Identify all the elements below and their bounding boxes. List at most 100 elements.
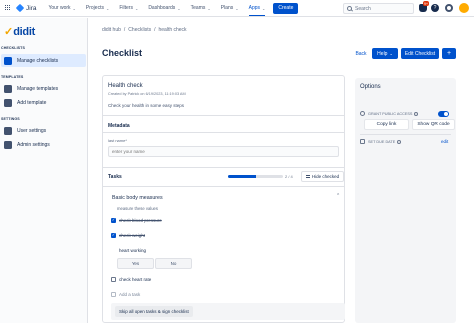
divider [360, 134, 451, 135]
task-group-title: Basic body measures [112, 195, 163, 201]
task-label: check weight [119, 232, 146, 238]
answer-yes-button[interactable]: Yes [117, 258, 154, 269]
chevron-down-icon: ⌄ [177, 5, 181, 11]
checklist-card: Health check Created by Patrick on 6/19/… [102, 75, 345, 323]
divider [103, 132, 344, 133]
add-task-placeholder-icon [111, 291, 116, 297]
options-title: Options [360, 84, 381, 90]
sidebar-item-manage-templates[interactable]: Manage templates [1, 82, 86, 95]
page-title: Checklist [102, 48, 143, 58]
copy-link-button[interactable]: Copy link [364, 119, 409, 130]
create-button[interactable]: Create [273, 2, 299, 14]
chevron-down-icon: ⌄ [134, 5, 139, 11]
user-settings-icon [4, 126, 12, 135]
task-group-subtitle: measure these values [117, 206, 158, 211]
checklist-description: Check your health in some easy steps [108, 103, 185, 108]
jira-logo-icon [15, 3, 25, 13]
breadcrumb-didit-hub[interactable]: didit hub [102, 27, 121, 33]
didit-logo: ✓ didit [4, 27, 35, 38]
breadcrumb-separator: / [154, 27, 156, 33]
divider [103, 115, 344, 116]
task-label: check blood pressure [119, 217, 162, 223]
add-button[interactable]: + [442, 48, 456, 59]
breadcrumb-checklists[interactable]: Checklists [128, 27, 151, 33]
globe-icon [360, 111, 365, 116]
nav-dashboards[interactable]: Dashboards ⌄ [148, 5, 180, 11]
edit-due-date-link[interactable]: edit [441, 139, 448, 144]
last-name-input[interactable] [108, 146, 339, 157]
checkbox-checked-icon[interactable]: ✓ [111, 217, 116, 223]
checklist-icon [4, 56, 12, 65]
sidebar-item-label: Admin settings [17, 141, 50, 148]
calendar-icon [360, 139, 365, 144]
nav-teams[interactable]: Teams ⌄ [191, 5, 211, 11]
help-button[interactable]: Help ⌄ [372, 48, 398, 59]
info-icon[interactable] [414, 111, 419, 116]
checkbox-checked-icon[interactable]: ✓ [111, 232, 116, 238]
last-name-label: last name* [108, 138, 127, 143]
sidebar: ✓ didit CHECKLISTS Manage checklists TEM… [0, 18, 88, 323]
nav-plans[interactable]: Plans ⌄ [221, 5, 239, 11]
avatar[interactable] [459, 3, 469, 13]
search-input[interactable]: Search [343, 3, 414, 14]
sidebar-item-add-template[interactable]: Add template [1, 96, 86, 109]
edit-checklist-button[interactable]: Edit Checklist [401, 48, 439, 59]
sidebar-item-label: Manage checklists [17, 57, 59, 64]
chevron-down-icon: ⌄ [105, 5, 110, 11]
checkbox-unchecked-icon[interactable] [111, 276, 116, 282]
task-item[interactable]: ✓ check blood pressure [111, 216, 162, 224]
tasks-heading: Tasks [108, 174, 122, 180]
breadcrumb-health-check[interactable]: health check [158, 27, 186, 33]
search-icon [347, 6, 352, 11]
tasks-progress-fill [228, 175, 256, 178]
answer-no-button[interactable]: No [155, 258, 192, 269]
hide-checked-button[interactable]: Hide checked [301, 171, 344, 182]
template-icon [4, 84, 12, 93]
chevron-down-icon: ⌄ [262, 5, 266, 11]
sidebar-item-label: User settings [17, 127, 47, 134]
sidebar-section-settings: SETTINGS [1, 117, 20, 121]
sidebar-section-checklists: CHECKLISTS [1, 46, 25, 50]
back-button[interactable]: Back [351, 48, 371, 59]
public-access-row: GRANT PUBLIC ACCESS [360, 111, 419, 116]
nav-projects[interactable]: Projects ⌄ [86, 5, 109, 11]
help-icon[interactable]: ? [431, 4, 439, 12]
skip-bar: Skip all open tasks & sign checklist [111, 303, 345, 320]
checklist-meta: Created by Patrick on 6/19/2023, 11:19:0… [108, 92, 186, 96]
chevron-down-icon: ⌄ [235, 5, 239, 11]
metadata-heading: Metadata [108, 123, 130, 129]
add-task-item[interactable]: Add a task [111, 290, 140, 298]
sidebar-section-templates: TEMPLATES [1, 75, 24, 79]
divider [103, 167, 344, 168]
notification-badge: 9+ [423, 1, 429, 6]
show-qr-code-button[interactable]: Show QR code [412, 119, 455, 130]
question-indicator [111, 248, 116, 253]
chevron-down-icon: ⌄ [72, 5, 76, 11]
admin-settings-icon [4, 140, 12, 149]
skip-and-sign-button[interactable]: Skip all open tasks & sign checklist [115, 306, 193, 317]
add-task-label: Add a task [119, 291, 141, 297]
jira-logo[interactable]: Jira [15, 3, 36, 13]
tasks-progress-bar [228, 175, 283, 178]
task-label: check heart rate [119, 276, 152, 282]
public-access-label: GRANT PUBLIC ACCESS [368, 111, 413, 116]
sidebar-item-label: Manage templates [17, 85, 59, 92]
nav-apps[interactable]: Apps ⌄ [248, 5, 266, 16]
nav-your-work[interactable]: Your work ⌄ [48, 5, 75, 11]
sidebar-item-admin-settings[interactable]: Admin settings [1, 138, 86, 151]
chevron-down-icon: ⌄ [207, 5, 211, 11]
collapse-caret-icon[interactable]: ⌃ [336, 193, 340, 199]
due-date-label: SET DUE DATE [368, 139, 396, 144]
due-date-row: SET DUE DATE [360, 139, 402, 144]
task-item[interactable]: ✓ check weight [111, 231, 145, 239]
task-label: heart working [119, 247, 147, 253]
gear-icon[interactable] [445, 4, 453, 12]
public-access-toggle[interactable] [438, 111, 449, 117]
app-switcher-icon[interactable] [5, 5, 11, 11]
task-item[interactable]: check heart rate [111, 275, 151, 283]
info-icon[interactable] [397, 139, 402, 144]
nav-filters[interactable]: Filters ⌄ [119, 5, 138, 11]
didit-logo-text: didit [13, 26, 35, 38]
sidebar-item-manage-checklists[interactable]: Manage checklists [1, 54, 86, 67]
sidebar-item-user-settings[interactable]: User settings [1, 124, 86, 137]
